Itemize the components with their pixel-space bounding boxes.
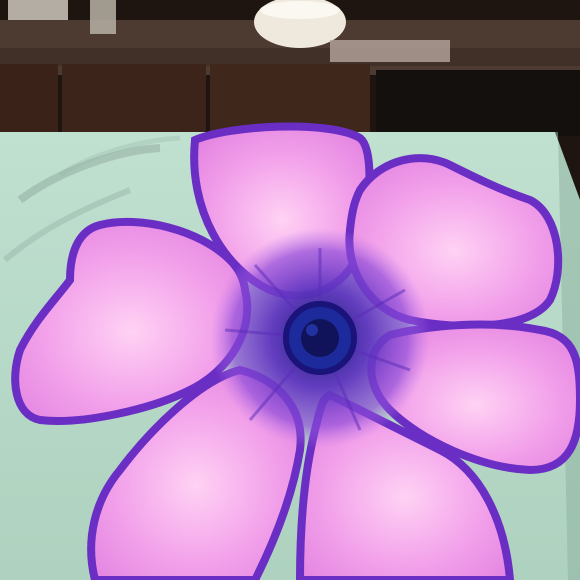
cabinet-door-left bbox=[0, 64, 58, 132]
scene-svg bbox=[0, 0, 580, 580]
cabinet-door-mid-left bbox=[62, 64, 206, 132]
canister bbox=[90, 0, 116, 34]
bowl-rim bbox=[260, 1, 340, 19]
small-appliance bbox=[8, 0, 68, 20]
cabinet-door-mid-right bbox=[210, 64, 370, 132]
flower-core-highlight bbox=[306, 324, 318, 336]
photo-scene bbox=[0, 0, 580, 580]
countertop-shadow bbox=[0, 48, 580, 66]
flower-core bbox=[301, 319, 339, 357]
dishwasher bbox=[376, 70, 580, 136]
towel bbox=[330, 40, 450, 62]
